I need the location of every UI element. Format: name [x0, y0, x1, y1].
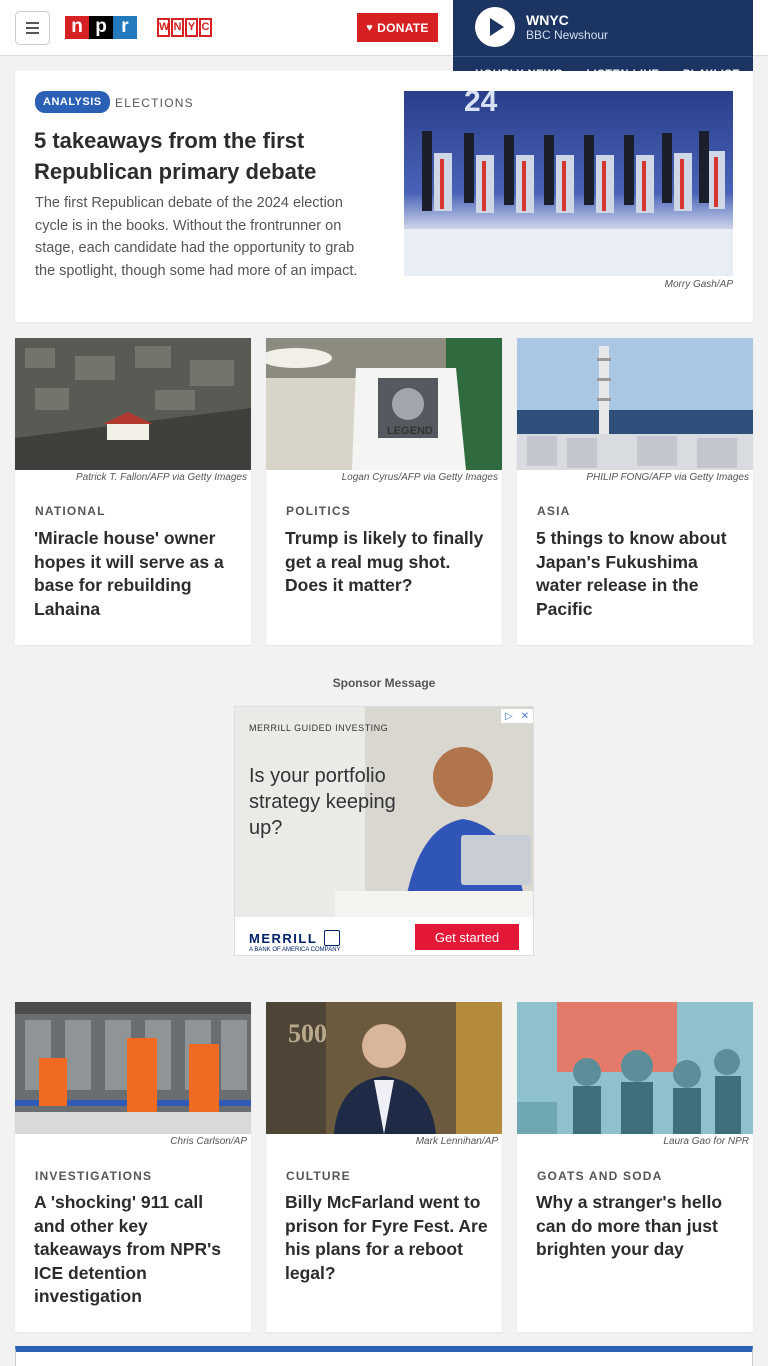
street-illustration-image	[517, 1002, 753, 1134]
story-card[interactable]: 500 Mark Lennihan/AP CULTURE Billy McFar…	[266, 1002, 502, 1332]
story-slug[interactable]: GOATS AND SODA	[537, 1169, 662, 1183]
photo-credit: PHILIP FONG/AFP via Getty Images	[586, 472, 749, 483]
story-title[interactable]: 5 things to know about Japan's Fukushima…	[536, 527, 741, 621]
story-title[interactable]: Billy McFarland went to prison for Fyre …	[285, 1191, 490, 1285]
npr-logo[interactable]: n p r	[65, 16, 137, 39]
story-title[interactable]: Why a stranger's hello can do more than …	[536, 1191, 741, 1262]
detention-phones-image	[15, 1002, 251, 1134]
ad-headline: Is your portfolio strategy keeping up?	[249, 765, 396, 839]
detention-photo[interactable]	[15, 1002, 251, 1134]
story-card[interactable]: Patrick T. Fallon/AFP via Getty Images N…	[15, 338, 251, 645]
heart-icon: ♥	[366, 21, 374, 34]
courthouse-image: 500	[266, 1002, 502, 1134]
featured-story-card[interactable]: ANALYSIS ELECTIONS 5 takeaways from the …	[15, 71, 753, 322]
player-station: WNYC	[526, 12, 569, 28]
featured-credit: Morry Gash/AP	[664, 279, 733, 290]
menu-button[interactable]	[15, 11, 50, 45]
photo-credit: Patrick T. Fallon/AFP via Getty Images	[76, 472, 247, 483]
story-title[interactable]: 'Miracle house' owner hopes it will serv…	[34, 527, 239, 621]
trump-shirt-photo[interactable]: LEGEND	[266, 338, 502, 470]
npr-logo-r: r	[113, 16, 137, 39]
sponsor-ad[interactable]: MERRILL GUIDED INVESTING Is your portfol…	[234, 706, 534, 956]
ad-brand: MERRILL	[249, 931, 318, 946]
photo-credit: Logan Cyrus/AFP via Getty Images	[341, 472, 498, 483]
player-program: BBC Newshour	[526, 28, 609, 42]
story-card[interactable]: PHILIP FONG/AFP via Getty Images ASIA 5 …	[517, 338, 753, 645]
illustration-photo[interactable]	[517, 1002, 753, 1134]
featured-title[interactable]: 5 takeaways from the first Republican pr…	[34, 125, 374, 187]
photo-credit: Mark Lennihan/AP	[415, 1136, 498, 1147]
fukushima-plant-image	[517, 338, 753, 470]
close-icon[interactable]: ✕	[521, 711, 529, 722]
debate-photo[interactable]: 24	[404, 91, 733, 276]
hamburger-icon	[26, 22, 39, 24]
play-button[interactable]	[475, 7, 515, 47]
story-title[interactable]: Trump is likely to finally get a real mu…	[285, 527, 490, 598]
lahaina-fire-image	[15, 338, 251, 470]
story-slug[interactable]: CULTURE	[286, 1169, 351, 1183]
story-card[interactable]: Laura Gao for NPR GOATS AND SODA Why a s…	[517, 1002, 753, 1332]
photo-credit: Laura Gao for NPR	[663, 1136, 749, 1147]
fukushima-photo[interactable]	[517, 338, 753, 470]
story-card[interactable]: Chris Carlson/AP INVESTIGATIONS A 'shock…	[15, 1002, 251, 1332]
ad-kicker: MERRILL GUIDED INVESTING	[249, 723, 389, 733]
debate-stage-image: 24	[404, 91, 733, 276]
story-card[interactable]: LEGEND Logan Cyrus/AFP via Getty Images …	[266, 338, 502, 645]
donate-button[interactable]: ♥ DONATE	[357, 13, 438, 42]
ad-brand-sub: A BANK OF AMERICA COMPANY	[249, 947, 341, 953]
npr-logo-n: n	[65, 16, 89, 39]
photo-credit: Chris Carlson/AP	[170, 1136, 247, 1147]
mugshot-shirt-image: LEGEND	[266, 338, 502, 470]
featured-section[interactable]: ELECTIONS	[115, 96, 194, 110]
wnyc-logo[interactable]: W N Y C	[157, 18, 212, 37]
adchoices-icon[interactable]: ▷	[505, 711, 513, 722]
analysis-badge: ANALYSIS	[35, 91, 110, 113]
next-section-card	[15, 1346, 753, 1366]
stage-number: 24	[464, 91, 498, 118]
mcfarland-photo[interactable]: 500	[266, 1002, 502, 1134]
story-slug[interactable]: POLITICS	[286, 504, 351, 518]
ad-footer: MERRILL A BANK OF AMERICA COMPANY Get st…	[235, 917, 533, 955]
building-number: 500	[288, 1019, 327, 1048]
story-slug[interactable]: ASIA	[537, 504, 570, 518]
play-icon	[490, 18, 504, 36]
story-title[interactable]: A 'shocking' 911 call and other key take…	[34, 1191, 239, 1309]
story-slug[interactable]: INVESTIGATIONS	[35, 1169, 152, 1183]
ad-cta-button[interactable]: Get started	[415, 924, 519, 950]
bull-logo-icon	[324, 930, 340, 946]
lahaina-photo[interactable]	[15, 338, 251, 470]
featured-teaser: The first Republican debate of the 2024 …	[35, 195, 358, 279]
npr-logo-p: p	[89, 16, 113, 39]
story-slug[interactable]: NATIONAL	[35, 504, 106, 518]
sponsor-label: Sponsor Message	[332, 676, 436, 690]
ad-choices[interactable]: ▷ ✕	[501, 709, 533, 723]
shirt-text: LEGEND	[387, 425, 433, 437]
donate-label: DONATE	[377, 20, 429, 35]
